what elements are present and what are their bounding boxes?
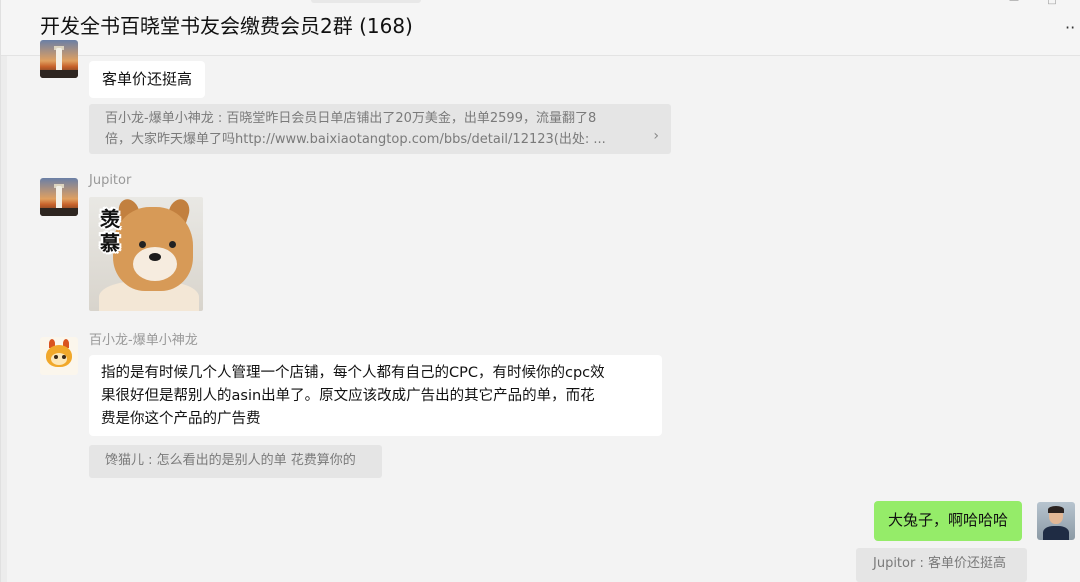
quote-text: Jupitor : 客单价还挺高 — [873, 556, 1006, 571]
lighthouse-tower — [56, 186, 62, 208]
chat-title: 开发全书百晓堂书友会缴费会员2群 (168) — [40, 14, 413, 38]
sender-name: Jupitor — [89, 173, 132, 188]
message-text: 客单价还挺高 — [102, 70, 193, 88]
dragon-eye — [62, 355, 66, 359]
message-bubble[interactable]: 指的是有时候几个人管理一个店铺，每个人都有自己的CPC，有时候你的cpc效 果很… — [89, 355, 662, 436]
quoted-message[interactable]: Jupitor : 客单价还挺高 — [856, 548, 1027, 582]
quote-text-line-2: 倍，大家昨天爆单了吗http://www.baixiaotangtop.com/… — [105, 132, 606, 147]
message-text: 大兔子，啊哈哈哈 — [888, 511, 1009, 529]
avatar[interactable] — [40, 337, 78, 375]
avatar[interactable] — [1037, 502, 1075, 540]
top-tab — [311, 0, 421, 3]
chat-window: 开发全书百晓堂书友会缴费会员2群 (168) ┴ — □ ·· 客单价还挺高 百… — [0, 0, 1080, 582]
lighthouse-tower — [56, 48, 62, 70]
chat-header: 开发全书百晓堂书友会缴费会员2群 (168) ┴ — □ ·· — [1, 0, 1080, 56]
quoted-message[interactable]: 百小龙-爆单小神龙 : 百晓堂昨日会员日单店铺出了20万美金，出单2599，流量… — [89, 104, 671, 154]
avatar[interactable] — [40, 40, 78, 78]
dog-eye — [139, 241, 146, 248]
avatar[interactable] — [40, 178, 78, 216]
sticker-image[interactable]: 羡慕 — [89, 197, 203, 311]
message-text-line-3: 费是你这个产品的广告费 — [101, 411, 261, 427]
message-text-line-2: 果很好但是帮别人的asin出单了。原文应该改成广告出的其它产品的单，而花 — [101, 388, 595, 404]
person-hair — [1048, 506, 1064, 513]
quoted-message[interactable]: 馋猫儿 : 怎么看出的是别人的单 花费算你的 — [89, 445, 382, 478]
chevron-right-icon[interactable]: › — [653, 126, 659, 147]
more-dots-icon[interactable]: ·· — [1065, 20, 1075, 36]
quote-text-line-1: 百小龙-爆单小神龙 : 百晓堂昨日会员日单店铺出了20万美金，出单2599，流量… — [105, 111, 597, 126]
dog-nose — [149, 253, 161, 261]
dog-eye — [169, 241, 176, 248]
sender-name: 百小龙-爆单小神龙 — [89, 333, 198, 348]
maximize-icon[interactable]: □ — [1045, 0, 1059, 6]
minimize-icon[interactable]: — — [1007, 0, 1021, 6]
quote-text: 馋猫儿 : 怎么看出的是别人的单 花费算你的 — [105, 453, 356, 468]
sticker-caption: 羡慕 — [100, 207, 120, 255]
panel-edge — [1, 56, 7, 582]
message-bubble-self[interactable]: 大兔子，啊哈哈哈 — [874, 501, 1023, 541]
message-bubble[interactable]: 客单价还挺高 — [89, 61, 206, 98]
pin-icon[interactable]: ┴ — [969, 0, 983, 6]
message-text-line-1: 指的是有时候几个人管理一个店铺，每个人都有自己的CPC，有时候你的cpc效 — [101, 365, 605, 381]
ground — [40, 70, 78, 78]
ground — [40, 208, 78, 216]
person-body — [1043, 526, 1069, 540]
dragon-eye — [54, 355, 58, 359]
